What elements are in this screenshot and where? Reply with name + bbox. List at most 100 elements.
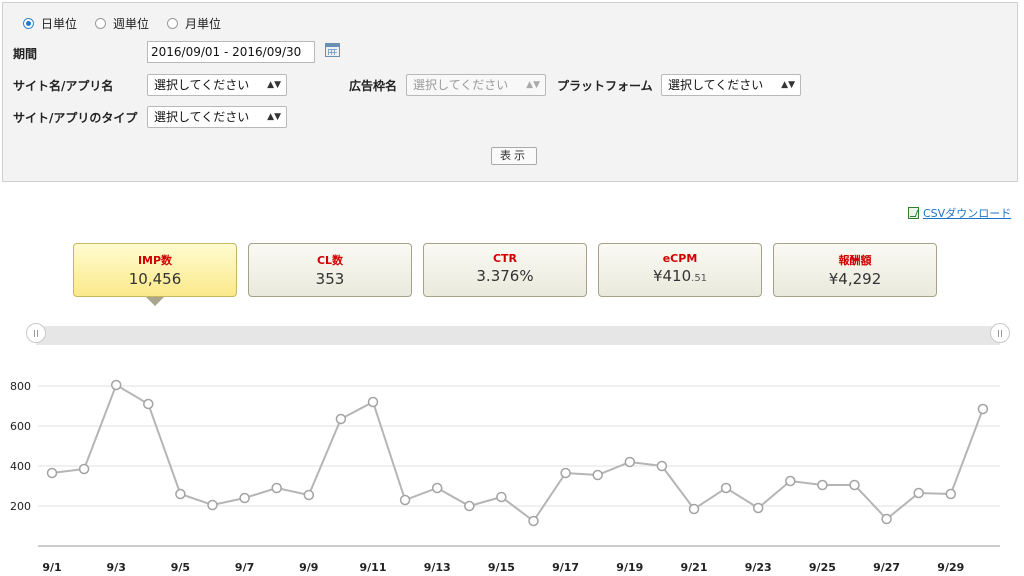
data-point [817,479,828,491]
data-point [335,413,347,425]
x-tick-label: 9/27 [873,561,900,574]
x-tick-label: 9/19 [616,561,643,574]
x-tick-label: 9/21 [681,561,708,574]
period-label: 期間 [13,47,38,61]
data-point [624,456,636,468]
site-label: サイト名/アプリ名 [13,79,114,93]
radio-weekly-button[interactable] [95,17,107,29]
data-point [207,499,218,511]
data-point [175,488,186,500]
x-tick-label: 9/11 [360,561,387,574]
radio-weekly-label: 週単位 [113,16,150,31]
metric-value-decimal: .51 [691,273,708,284]
select-arrows-icon: ▲▼ [781,80,795,90]
data-point [913,487,924,499]
radio-daily[interactable]: 日単位 [23,15,77,32]
ad-frame-select[interactable]: 選択してください ▲▼ [406,74,546,96]
data-point [977,403,989,415]
site-type-select-value: 選択してください [154,110,250,124]
data-point [592,469,603,481]
metric-value: 10,456 [128,270,182,288]
x-tick-label: 9/5 [171,561,190,574]
y-tick-label: 200 [10,500,31,513]
data-point [239,492,250,504]
metric-tab-ctr[interactable]: CTR 3.376% [423,243,587,297]
metric-label: IMP数 [137,254,173,267]
data-point [656,460,668,472]
data-point [110,379,122,391]
range-slider-left-handle[interactable] [26,323,46,343]
data-point [78,463,90,475]
radio-monthly-button[interactable] [167,17,179,29]
metric-tab-cl[interactable]: CL数 353 [248,243,412,297]
data-point [303,489,315,501]
unit-radio-group: 日単位 週単位 月単位 [23,15,239,31]
ad-frame-label: 広告枠名 [349,79,398,93]
radio-daily-label: 日単位 [41,16,78,31]
metric-value-main: ¥410 [652,267,692,285]
site-type-label: サイト/アプリのタイプ [13,111,138,125]
x-tick-label: 9/13 [424,561,451,574]
data-point [271,482,282,494]
calendar-icon[interactable] [325,43,340,57]
radio-monthly-label: 月単位 [185,16,222,31]
active-tab-pointer [146,297,164,306]
data-point [752,502,764,514]
y-tick-label: 400 [10,460,31,473]
x-tick-label: 9/23 [745,561,772,574]
x-tick-label: 9/1 [42,561,61,574]
data-point [849,479,860,491]
metric-label: CTR [492,252,518,265]
metric-value: 353 [315,270,345,288]
data-point [399,494,411,506]
data-point [496,491,507,503]
x-tick-label: 9/17 [552,561,579,574]
show-button[interactable]: 表示 [491,147,537,165]
metric-value: 3.376% [476,267,534,285]
site-type-select[interactable]: 選択してください ▲▼ [147,106,287,128]
x-tick-label: 9/15 [488,561,515,574]
data-point [720,482,732,494]
metric-tab-imp[interactable]: IMP数 10,456 [73,243,237,297]
site-select[interactable]: 選択してください ▲▼ [147,74,287,96]
metric-label: eCPM [662,252,698,265]
metric-label: 報酬額 [838,254,872,267]
radio-daily-button[interactable] [23,17,34,29]
csv-download-link[interactable]: CSVダウンロード [908,205,1011,221]
csv-download-label: CSVダウンロード [923,207,1012,220]
metric-tab-reward[interactable]: 報酬額 ¥4,292 [773,243,937,297]
data-point [143,398,154,410]
site-select-value: 選択してください [154,78,250,92]
y-tick-label: 600 [10,420,31,433]
data-point [560,467,571,479]
x-tick-label: 9/29 [937,561,964,574]
data-point [881,513,892,525]
platform-select-value: 選択してください [668,78,764,92]
imp-series-line [51,383,984,523]
imp-line-chart: 200 400 600 800 9/1 9/3 9/5 9/7 9/9 9/11 9/13 9/15 9… [10,379,1000,574]
csv-file-icon [908,207,919,219]
select-arrows-icon: ▲▼ [267,80,281,90]
metric-label: CL数 [316,254,344,267]
select-arrows-icon: ▲▼ [526,80,540,90]
data-point [431,482,443,494]
data-point [785,475,796,487]
radio-monthly[interactable]: 月単位 [167,15,221,32]
platform-label: プラットフォーム [557,79,653,93]
x-tick-label: 9/3 [107,561,126,574]
data-point [46,467,58,479]
ad-frame-select-value: 選択してください [413,78,509,92]
radio-weekly[interactable]: 週単位 [95,15,149,32]
data-point [528,515,539,527]
platform-select[interactable]: 選択してください ▲▼ [661,74,801,96]
range-slider-right-handle[interactable] [990,323,1010,343]
x-tick-label: 9/25 [809,561,836,574]
metric-tab-ecpm[interactable]: eCPM ¥410.51 [598,243,762,297]
range-slider-track[interactable] [36,326,1000,345]
data-point [688,503,700,515]
x-tick-label: 9/7 [235,561,254,574]
filter-panel: 日単位 週単位 月単位 期間 2016/09/01 - 2016/09/30 サ… [2,2,1018,182]
select-arrows-icon: ▲▼ [267,112,281,122]
y-tick-label: 800 [10,380,31,393]
period-input[interactable]: 2016/09/01 - 2016/09/30 [147,41,315,63]
